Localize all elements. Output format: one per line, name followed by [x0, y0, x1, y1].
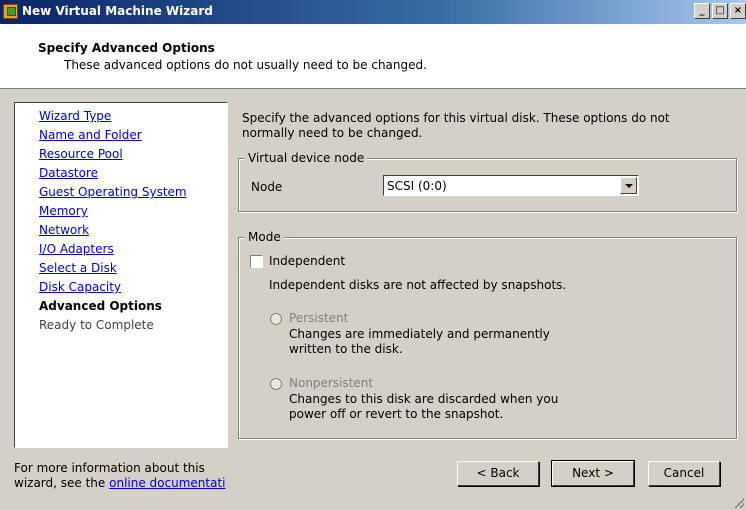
wizard-steps-nav: Wizard Type Name and Folder Resource Pool D… — [14, 102, 228, 448]
cancel-button[interactable]: Cancel — [648, 461, 720, 486]
vm-wizard-icon — [3, 4, 18, 19]
back-button[interactable]: < Back — [457, 461, 539, 486]
chevron-down-icon[interactable] — [620, 177, 637, 194]
online-documentation-link[interactable]: online documentati — [109, 476, 225, 490]
mode-legend: Mode — [245, 230, 284, 244]
nav-step-network[interactable]: Network — [39, 221, 227, 240]
mode-group: Mode Independent Independent disks are n… — [238, 230, 737, 439]
node-label: Node — [251, 180, 283, 194]
independent-description: Independent disks are not affected by sn… — [269, 278, 567, 292]
nav-step-datastore[interactable]: Datastore — [39, 164, 227, 183]
nav-step-advanced-options: Advanced Options — [39, 299, 162, 313]
nav-step-name-and-folder[interactable]: Name and Folder — [39, 126, 227, 145]
nav-step-ready-to-complete: Ready to Complete — [39, 318, 154, 332]
nav-step-resource-pool[interactable]: Resource Pool — [39, 145, 227, 164]
nav-step-i-o-adapters[interactable]: I/O Adapters — [39, 240, 227, 259]
page-title: Specify Advanced Options — [38, 41, 215, 55]
maximize-icon[interactable]: □ — [712, 3, 728, 19]
nav-step-wizard-type[interactable]: Wizard Type — [39, 107, 227, 126]
nav-step-memory[interactable]: Memory — [39, 202, 227, 221]
window-title: New Virtual Machine Wizard — [22, 4, 213, 18]
nonpersistent-description: Changes to this disk are discarded when … — [289, 392, 559, 421]
persistent-label: Persistent — [289, 311, 349, 325]
close-icon[interactable]: × — [730, 3, 746, 19]
node-select-value: SCSI (0:0) — [387, 179, 447, 193]
nav-step-disk-capacity[interactable]: Disk Capacity — [39, 278, 227, 297]
independent-label[interactable]: Independent — [269, 254, 345, 268]
next-button[interactable]: Next > — [551, 460, 635, 487]
page-subtitle: These advanced options do not usually ne… — [64, 58, 427, 72]
virtual-device-node-group: Virtual device node Node SCSI (0:0) — [238, 151, 737, 212]
virtual-device-node-legend: Virtual device node — [245, 151, 368, 165]
resize-grip-icon[interactable] — [734, 498, 744, 508]
independent-checkbox[interactable] — [250, 255, 263, 268]
minimize-icon[interactable]: _ — [694, 3, 710, 19]
node-select[interactable]: SCSI (0:0) — [383, 175, 639, 196]
wizard-header: Specify Advanced Options These advanced … — [0, 24, 746, 89]
nonpersistent-radio — [270, 378, 282, 390]
persistent-radio — [270, 313, 282, 325]
nav-step-select-a-disk[interactable]: Select a Disk — [39, 259, 227, 278]
title-bar: New Virtual Machine Wizard _ □ × — [0, 0, 746, 24]
description-text: Specify the advanced options for this vi… — [242, 111, 670, 140]
footer-help: For more information about this wizard, … — [14, 461, 234, 491]
persistent-description: Changes are immediately and permanently … — [289, 327, 550, 356]
nonpersistent-label: Nonpersistent — [289, 376, 374, 390]
nav-step-guest-operating-system[interactable]: Guest Operating System — [39, 183, 227, 202]
